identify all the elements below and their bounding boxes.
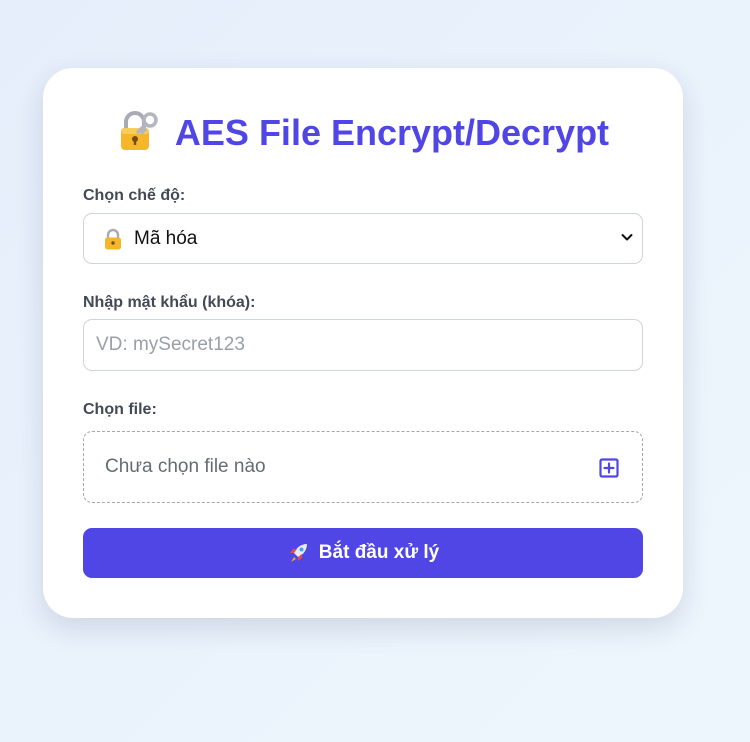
rocket-icon (289, 544, 307, 562)
locked-padlock-icon (105, 228, 121, 249)
file-status-text: Chưa chọn file nào (105, 456, 266, 477)
mode-label: Chọn chế độ: (83, 187, 186, 204)
mode-select[interactable]: Mã hóa (83, 213, 643, 264)
plus-square-icon[interactable] (599, 458, 619, 478)
start-processing-button[interactable]: Bắt đầu xử lý (83, 528, 643, 578)
file-picker[interactable]: Chưa chọn file nào (83, 431, 643, 503)
password-label: Nhập mật khẩu (khóa): (83, 294, 256, 311)
file-label: Chọn file: (83, 401, 157, 418)
form-card: AES File Encrypt/Decrypt Chọn chế độ: Mã… (43, 68, 683, 618)
start-processing-label: Bắt đầu xử lý (318, 542, 440, 563)
mode-selected-value: Mã hóa (134, 227, 198, 249)
page-title: AES File Encrypt/Decrypt (43, 108, 683, 158)
lock-with-key-icon (120, 111, 158, 151)
title-text: AES File Encrypt/Decrypt (174, 112, 610, 153)
chevron-down-icon (621, 234, 633, 241)
password-input[interactable] (83, 319, 643, 371)
